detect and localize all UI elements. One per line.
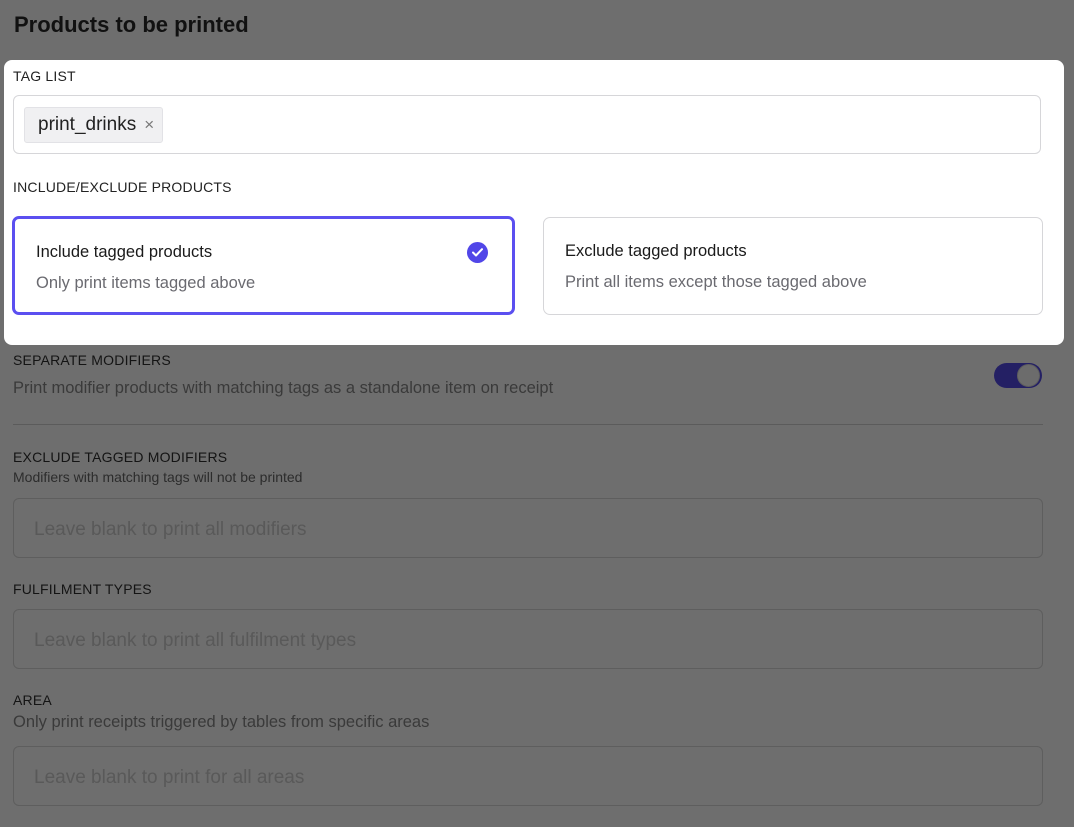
exclude-modifiers-placeholder: Leave blank to print all modifiers [34,519,307,540]
separate-modifiers-toggle[interactable] [994,363,1042,388]
divider [13,424,1043,425]
include-option-title: Include tagged products [36,243,213,261]
tag-list-label: TAG LIST [13,68,76,84]
exclude-tagged-option[interactable]: Exclude tagged products Print all items … [543,217,1043,315]
exclude-tagged-modifiers-description: Modifiers with matching tags will not be… [13,469,303,485]
area-placeholder: Leave blank to print for all areas [34,767,305,788]
exclude-tagged-modifiers-label: EXCLUDE TAGGED MODIFIERS [13,449,228,465]
include-option-subtitle: Only print items tagged above [36,274,256,292]
tag-chip-label: print_drinks [38,114,137,135]
page-title: Products to be printed [14,12,249,37]
close-icon[interactable]: × [144,115,154,135]
include-exclude-label: INCLUDE/EXCLUDE PRODUCTS [13,179,232,195]
area-label: AREA [13,692,52,708]
separate-modifiers-label: SEPARATE MODIFIERS [13,352,171,368]
tag-list-input[interactable]: print_drinks × [13,95,1041,154]
exclude-option-subtitle: Print all items except those tagged abov… [565,273,867,291]
fulfilment-types-input[interactable]: Leave blank to print all fulfilment type… [13,609,1043,669]
check-circle-icon [467,242,488,263]
area-input[interactable]: Leave blank to print for all areas [13,746,1043,806]
products-panel: TAG LIST print_drinks × INCLUDE/EXCLUDE … [4,60,1064,345]
include-tagged-option[interactable]: Include tagged products Only print items… [12,216,515,315]
exclude-option-title: Exclude tagged products [565,242,747,260]
separate-modifiers-description: Print modifier products with matching ta… [13,379,554,397]
fulfilment-types-placeholder: Leave blank to print all fulfilment type… [34,630,357,651]
fulfilment-types-label: FULFILMENT TYPES [13,581,152,597]
tag-chip: print_drinks × [24,107,164,143]
exclude-modifiers-input[interactable]: Leave blank to print all modifiers [13,498,1043,558]
area-description: Only print receipts triggered by tables … [13,713,430,731]
toggle-knob [1017,364,1040,387]
